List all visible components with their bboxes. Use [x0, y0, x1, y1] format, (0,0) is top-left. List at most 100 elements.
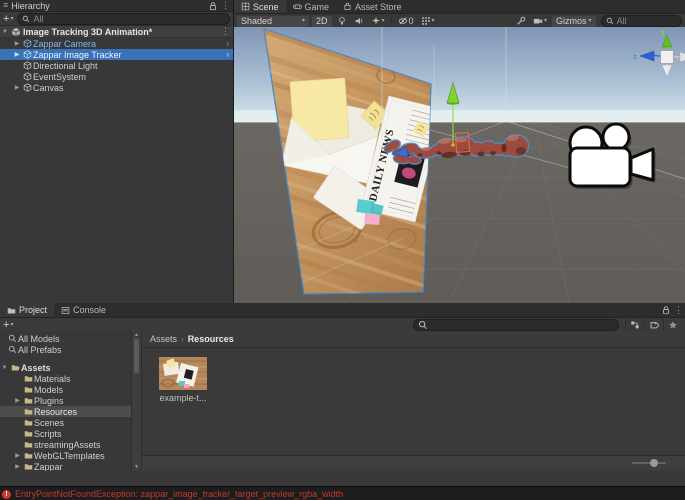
- favorite-all-models[interactable]: All Models: [0, 333, 131, 344]
- hierarchy-item-eventsystem[interactable]: EventSystem: [0, 71, 233, 82]
- dropdown-caret-icon: ▾: [10, 322, 13, 328]
- gameobject-cube-icon: [22, 50, 33, 59]
- gizmos-dropdown[interactable]: Gizmos ▾: [552, 16, 596, 27]
- asset-label: example-t...: [159, 393, 207, 403]
- axis-y-label: y: [661, 29, 665, 36]
- scene-viewport-canvas[interactable]: DAILY NEWS: [234, 27, 685, 303]
- asset-store-bag-icon: [343, 2, 352, 11]
- search-icon: [418, 320, 428, 330]
- scene-camera-dropdown[interactable]: ▾: [531, 16, 549, 27]
- hierarchy-item-label: Directional Light: [33, 61, 98, 71]
- hierarchy-header: ≡ Hierarchy ⋮: [0, 0, 233, 12]
- hierarchy-item-directional-light[interactable]: Directional Light: [0, 60, 233, 71]
- tree-folder-resources[interactable]: Resources: [0, 406, 131, 417]
- status-bar[interactable]: ! EntryPointNotFoundException: zappar_im…: [0, 486, 685, 500]
- tree-folder-scenes[interactable]: Scenes: [0, 417, 131, 428]
- favorites-star-button[interactable]: [663, 319, 682, 331]
- tree-folder-scripts[interactable]: Scripts: [0, 428, 131, 439]
- tab-project[interactable]: Project: [0, 303, 54, 317]
- folder-icon: [22, 451, 34, 460]
- scene-visibility-button[interactable]: 0: [396, 16, 416, 27]
- scene-audio-button[interactable]: [352, 16, 366, 27]
- toggle-2d-button[interactable]: 2D: [312, 16, 332, 27]
- project-footer: [142, 455, 685, 471]
- folder-icon: [22, 374, 34, 383]
- filter-by-type-button[interactable]: [625, 319, 644, 331]
- kebab-menu-icon[interactable]: ⋮: [221, 1, 230, 10]
- hierarchy-search-input[interactable]: All: [17, 13, 230, 25]
- dropdown-caret-icon: ▾: [382, 18, 385, 24]
- scene-search-placeholder: All: [617, 16, 627, 26]
- scene-effects-dropdown[interactable]: ▾: [369, 16, 387, 27]
- foldout-open-icon[interactable]: ▼: [0, 365, 9, 371]
- component-tools-button[interactable]: [514, 16, 528, 27]
- tree-assets-root[interactable]: ▼ Assets: [0, 362, 131, 373]
- folder-icon: [22, 429, 34, 438]
- tab-console[interactable]: Console: [54, 303, 113, 317]
- error-icon: !: [2, 490, 11, 499]
- foldout-closed-icon[interactable]: ▶: [13, 397, 22, 404]
- tree-folder-zappar[interactable]: ▶ Zappar: [0, 461, 131, 471]
- tab-game[interactable]: Game: [286, 0, 337, 13]
- foldout-closed-icon[interactable]: ▶: [13, 452, 22, 459]
- folder-icon: [22, 462, 34, 471]
- scene-lighting-button[interactable]: [335, 16, 349, 27]
- gizmo-cube[interactable]: [661, 51, 674, 64]
- hamburger-icon[interactable]: ≡: [3, 1, 8, 10]
- hierarchy-item-label: Zappar Camera: [33, 39, 96, 49]
- scene-kebab-icon[interactable]: ⋮: [221, 27, 230, 36]
- foldout-open-icon[interactable]: ▼: [0, 29, 10, 35]
- tree-folder-materials[interactable]: Materials: [0, 373, 131, 384]
- camera-icon: [533, 16, 543, 26]
- kebab-menu-icon[interactable]: ⋮: [674, 306, 683, 315]
- foldout-closed-icon[interactable]: ▶: [12, 40, 22, 47]
- tree-folder-models[interactable]: Models: [0, 384, 131, 395]
- tab-scene[interactable]: Scene: [234, 0, 286, 13]
- breadcrumb: Assets › Resources: [142, 331, 685, 348]
- favorite-all-prefabs[interactable]: All Prefabs: [0, 344, 131, 355]
- project-search-input[interactable]: [413, 319, 619, 331]
- tree-folder-streamingassets[interactable]: streamingAssets: [0, 439, 131, 450]
- hierarchy-scene-row[interactable]: ▼ Image Tracking 3D Animation* ⋮: [0, 26, 233, 38]
- foldout-closed-icon[interactable]: ▶: [13, 463, 22, 470]
- scroll-down-icon[interactable]: ▼: [134, 464, 139, 470]
- tree-folder-plugins[interactable]: ▶ Plugins: [0, 395, 131, 406]
- shading-mode-dropdown[interactable]: Shaded ▾: [237, 16, 309, 27]
- dropdown-caret-icon: ▾: [589, 18, 592, 24]
- project-folder-tree: All Models All Prefabs ▼ Assets Material…: [0, 331, 131, 471]
- hierarchy-item-canvas[interactable]: ▶ Canvas: [0, 82, 233, 93]
- project-add-button[interactable]: +▾: [3, 320, 13, 330]
- hierarchy-item-zappar-camera[interactable]: ▶ Zappar Camera ›: [0, 38, 233, 49]
- hierarchy-add-button[interactable]: +▾: [3, 14, 13, 24]
- gamepad-icon: [293, 2, 302, 11]
- breadcrumb-assets[interactable]: Assets: [150, 334, 177, 344]
- foldout-closed-icon[interactable]: ▶: [12, 84, 22, 91]
- foldout-closed-icon[interactable]: ▶: [12, 51, 22, 58]
- tree-folder-webgltemplates[interactable]: ▶ WebGLTemplates: [0, 450, 131, 461]
- scrollbar-thumb[interactable]: [134, 339, 139, 373]
- prefab-chevron-icon[interactable]: ›: [226, 39, 229, 48]
- asset-example-target[interactable]: example-t...: [159, 357, 207, 403]
- hierarchy-item-zappar-image-tracker[interactable]: ▶ Zappar Image Tracker ›: [0, 49, 233, 60]
- gameobject-cube-icon: [22, 61, 33, 70]
- eye-off-icon: [398, 16, 408, 26]
- filter-by-label-button[interactable]: [644, 319, 663, 331]
- scene-search-input[interactable]: All: [601, 15, 682, 27]
- tab-asset-store[interactable]: Asset Store: [336, 0, 409, 13]
- projection-label[interactable]: < Persp: [653, 86, 683, 96]
- scroll-up-icon[interactable]: ▲: [134, 332, 139, 338]
- unity-scene-icon: [10, 27, 21, 37]
- prefab-chevron-icon[interactable]: ›: [226, 50, 229, 59]
- lock-icon[interactable]: [208, 1, 218, 11]
- lock-icon[interactable]: [661, 303, 671, 317]
- thumbnail-zoom-slider[interactable]: [632, 462, 666, 464]
- search-icon: [606, 17, 614, 25]
- tree-scrollbar[interactable]: ▲ ▼: [131, 331, 141, 471]
- grid-visual-dropdown[interactable]: ▾: [419, 16, 437, 27]
- folder-icon: [22, 396, 34, 405]
- folder-icon: [22, 407, 34, 416]
- dropdown-caret-icon: ▾: [302, 18, 305, 24]
- thumbnail-zoom-knob[interactable]: [650, 459, 658, 467]
- gizmo-x-cone[interactable]: [680, 52, 685, 62]
- breadcrumb-resources[interactable]: Resources: [188, 334, 234, 344]
